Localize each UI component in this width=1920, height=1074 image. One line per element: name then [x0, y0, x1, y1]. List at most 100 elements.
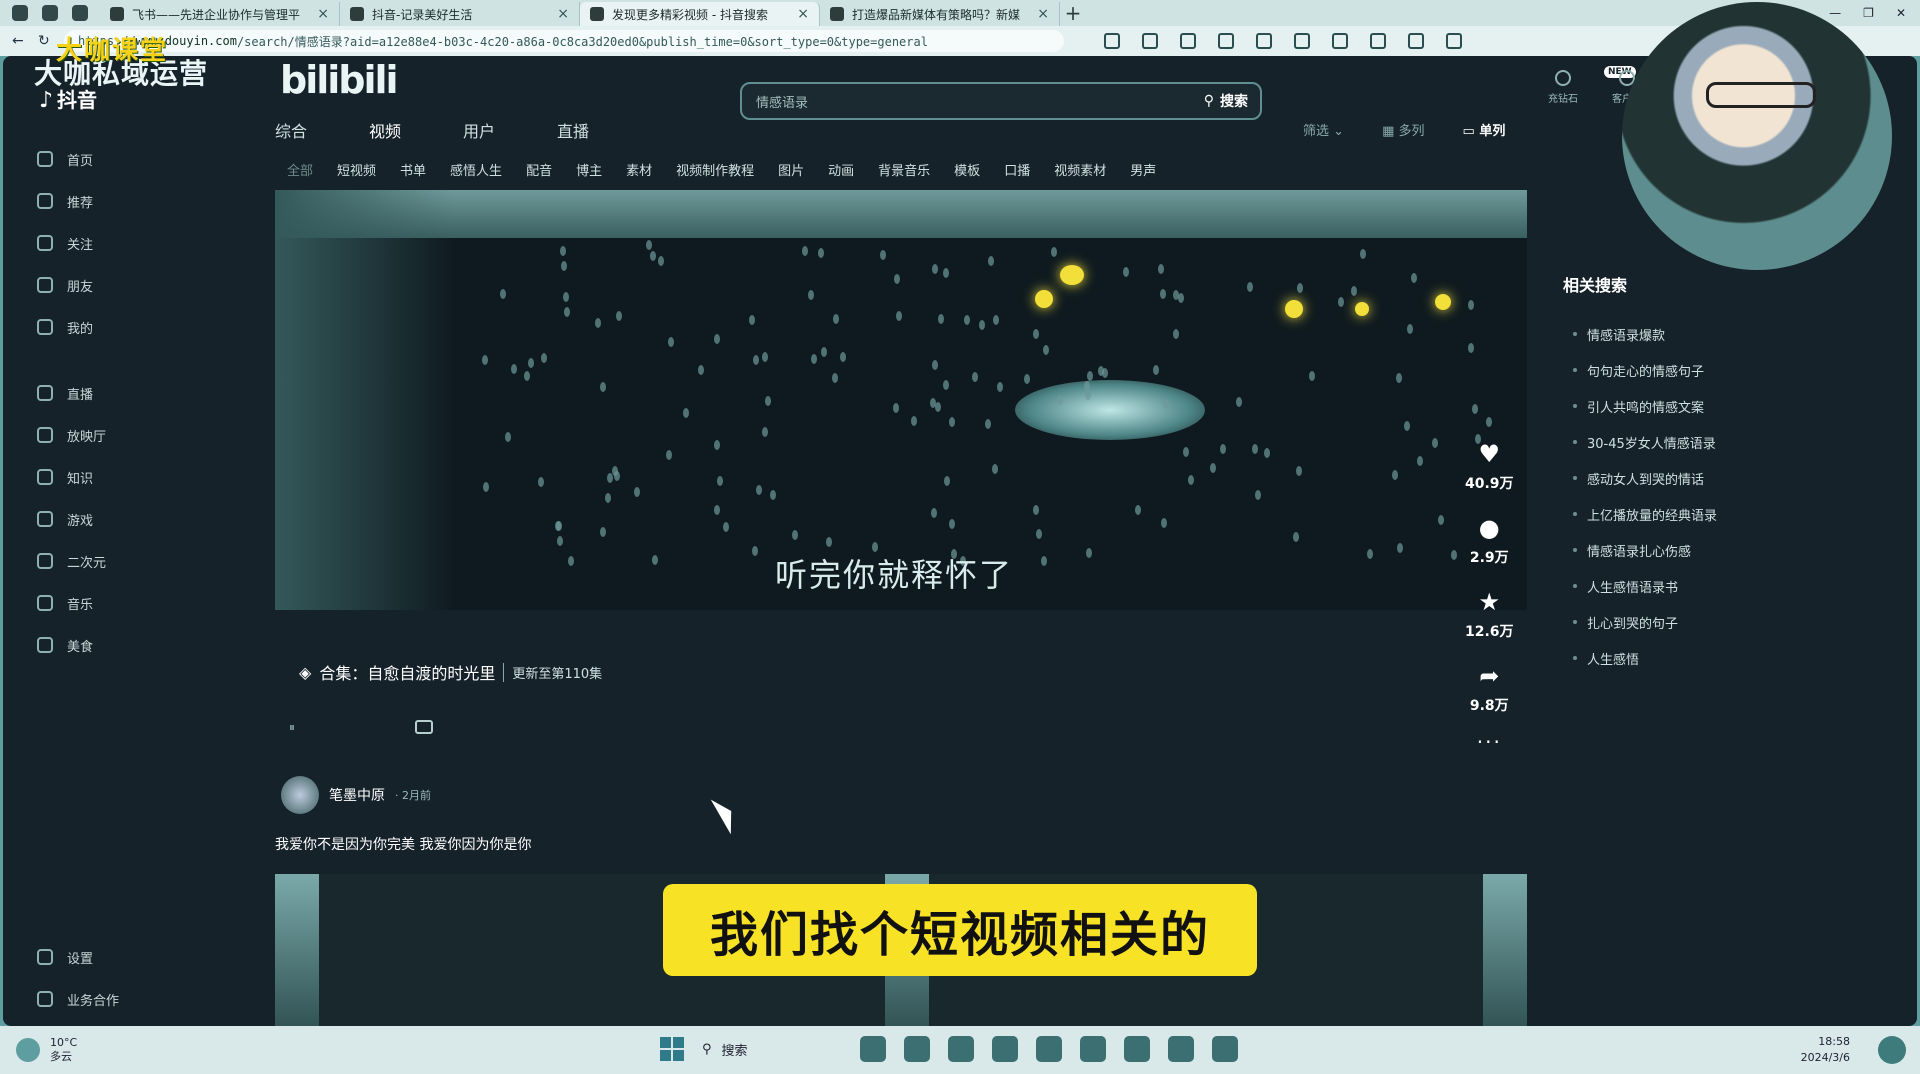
file-explorer-icon[interactable]: [948, 1036, 974, 1062]
subtab-short-video[interactable]: 短视频: [337, 160, 376, 179]
subtab-animation[interactable]: 动画: [828, 160, 854, 179]
notepad-icon[interactable]: [1124, 1036, 1150, 1062]
back-icon[interactable]: ←: [12, 33, 28, 49]
subtab-booklist[interactable]: 书单: [400, 160, 426, 179]
recharge-button[interactable]: 充钻石: [1548, 70, 1578, 105]
workspaces-icon[interactable]: [42, 5, 58, 21]
extension-icon[interactable]: [1256, 33, 1272, 49]
play-pause-icon[interactable]: ⏸: [289, 720, 295, 735]
sidebar-item-food[interactable]: 美食: [3, 624, 183, 666]
extension-icon[interactable]: [1332, 33, 1348, 49]
subtab-life-insight[interactable]: 感悟人生: [450, 160, 502, 179]
subtab-male-voice[interactable]: 男声: [1130, 160, 1156, 179]
app-available-icon[interactable]: [1104, 33, 1120, 49]
url-field[interactable]: https://www.douyin.com/search/情感语录?aid=a…: [64, 30, 1064, 52]
like-button[interactable]: ♥ 40.9万: [1465, 440, 1514, 515]
sidebar-item-cinema[interactable]: 放映厅: [3, 414, 183, 456]
sidebar-item-friends[interactable]: 朋友: [3, 264, 183, 306]
browser-tab-douyin[interactable]: 抖音-记录美好生活 ×: [340, 2, 580, 26]
sidebar-item-me[interactable]: 我的: [3, 306, 183, 348]
related-search-item[interactable]: 上亿播放量的经典语录: [1563, 496, 1717, 532]
minimize-icon[interactable]: —: [1829, 6, 1841, 20]
search-box[interactable]: 情感语录 ⚲ 搜索: [740, 82, 1262, 120]
related-search-item[interactable]: 引人共鸣的情感文案: [1563, 388, 1717, 424]
new-tab-button[interactable]: +: [1060, 1, 1086, 25]
sidebar-item-live[interactable]: 直播: [3, 372, 183, 414]
subtab-video-tutorial[interactable]: 视频制作教程: [676, 160, 754, 179]
subtab-material[interactable]: 素材: [626, 160, 652, 179]
refresh-icon[interactable]: ↻: [38, 33, 54, 49]
sidebar-item-follow[interactable]: 关注: [3, 222, 183, 264]
sidebar-item-games[interactable]: 游戏: [3, 498, 183, 540]
related-search-item[interactable]: 人生感悟语录书: [1563, 568, 1717, 604]
app-icon[interactable]: [1212, 1036, 1238, 1062]
related-search-item[interactable]: 扎心到哭的句子: [1563, 604, 1717, 640]
search-input[interactable]: 情感语录: [756, 92, 1204, 111]
browser-tab-feishu[interactable]: 飞书——先进企业协作与管理平 ×: [100, 2, 340, 26]
tray-app-icon[interactable]: [1878, 1036, 1906, 1064]
subtab-talking[interactable]: 口播: [1004, 160, 1030, 179]
taskbar-search[interactable]: ⚲ 搜索: [702, 1040, 842, 1059]
close-tab-icon[interactable]: ×: [557, 6, 569, 22]
filter-dropdown[interactable]: 筛选 ⌄: [1303, 120, 1344, 139]
author-avatar[interactable]: [281, 776, 319, 814]
sidebar-item-acg[interactable]: 二次元: [3, 540, 183, 582]
close-tab-icon[interactable]: ×: [797, 6, 809, 22]
subtab-bgm[interactable]: 背景音乐: [878, 160, 930, 179]
tab-users[interactable]: 用户: [463, 118, 495, 142]
search-button[interactable]: ⚲ 搜索: [1204, 91, 1260, 111]
edge-browser-icon[interactable]: [992, 1036, 1018, 1062]
sidebar-item-business[interactable]: 业务合作: [3, 978, 183, 1020]
tab-video[interactable]: 视频: [369, 118, 401, 142]
video-player[interactable]: 听完你就释怀了: [275, 190, 1527, 610]
subtab-video-material[interactable]: 视频素材: [1054, 160, 1106, 179]
sidebar-item-knowledge[interactable]: 知识: [3, 456, 183, 498]
related-search-item[interactable]: 句句走心的情感句子: [1563, 352, 1717, 388]
comment-button[interactable]: ● 2.9万: [1470, 514, 1509, 589]
sidebar-item-settings[interactable]: 设置: [3, 936, 183, 978]
sidebar-item-music[interactable]: 音乐: [3, 582, 183, 624]
multi-column-toggle[interactable]: ▦ 多列: [1382, 120, 1424, 139]
related-search-item[interactable]: 情感语录扎心伤感: [1563, 532, 1717, 568]
sidebar-item-home[interactable]: 首页: [3, 138, 183, 180]
read-aloud-icon[interactable]: [1142, 33, 1158, 49]
extension-icon[interactable]: [1370, 33, 1386, 49]
taskview-icon[interactable]: [904, 1036, 930, 1062]
shield-icon[interactable]: [1294, 33, 1310, 49]
collections-icon[interactable]: [1408, 33, 1424, 49]
favorite-button[interactable]: ★ 12.6万: [1465, 588, 1514, 663]
browser-tab-marketing[interactable]: 打造爆品新媒体有策略吗？新媒 ×: [820, 2, 1060, 26]
close-window-icon[interactable]: ✕: [1896, 6, 1906, 20]
close-tab-icon[interactable]: ×: [1037, 6, 1049, 22]
related-search-item[interactable]: 感动女人到哭的情话: [1563, 460, 1717, 496]
chrome-dev-icon[interactable]: [1168, 1036, 1194, 1062]
collection-link[interactable]: ◈ 合集：自愈自渡的时光里 更新至第110集: [299, 660, 602, 684]
profile-icon[interactable]: [12, 5, 28, 21]
subtab-dubbing[interactable]: 配音: [526, 160, 552, 179]
sidebar-item-recommend[interactable]: 推荐: [3, 180, 183, 222]
weather-widget[interactable]: 10°C 多云: [0, 1036, 77, 1064]
browser-tab-douyin-search[interactable]: 发现更多精彩视频 - 抖音搜索 ×: [580, 2, 820, 26]
extension-icon[interactable]: [1446, 33, 1462, 49]
related-search-item[interactable]: 情感语录爆款: [1563, 316, 1717, 352]
tab-actions-icon[interactable]: [72, 5, 88, 21]
widgets-app-icon[interactable]: [860, 1036, 886, 1062]
related-search-item[interactable]: 人生感悟: [1563, 640, 1717, 676]
hd-icon[interactable]: [1180, 33, 1196, 49]
maximize-icon[interactable]: ❐: [1863, 6, 1874, 20]
favorite-star-icon[interactable]: [1218, 33, 1234, 49]
author-name[interactable]: 笔墨中原: [329, 785, 385, 805]
single-column-toggle[interactable]: ▭ 单列: [1463, 120, 1506, 139]
close-tab-icon[interactable]: ×: [317, 6, 329, 22]
system-clock[interactable]: 18:58 2024/3/6: [1801, 1034, 1850, 1066]
subtitle-toggle-icon[interactable]: [415, 720, 434, 734]
subtab-template[interactable]: 模板: [954, 160, 980, 179]
subtab-image[interactable]: 图片: [778, 160, 804, 179]
tab-general[interactable]: 综合: [275, 118, 307, 142]
typora-icon[interactable]: [1080, 1036, 1106, 1062]
related-search-item[interactable]: 30-45岁女人情感语录: [1563, 424, 1717, 460]
tab-live[interactable]: 直播: [557, 118, 589, 142]
windows-start-icon[interactable]: [660, 1037, 684, 1061]
video-description[interactable]: 我爱你不是因为你完美 我爱你因为你是你: [275, 834, 531, 854]
store-icon[interactable]: [1036, 1036, 1062, 1062]
